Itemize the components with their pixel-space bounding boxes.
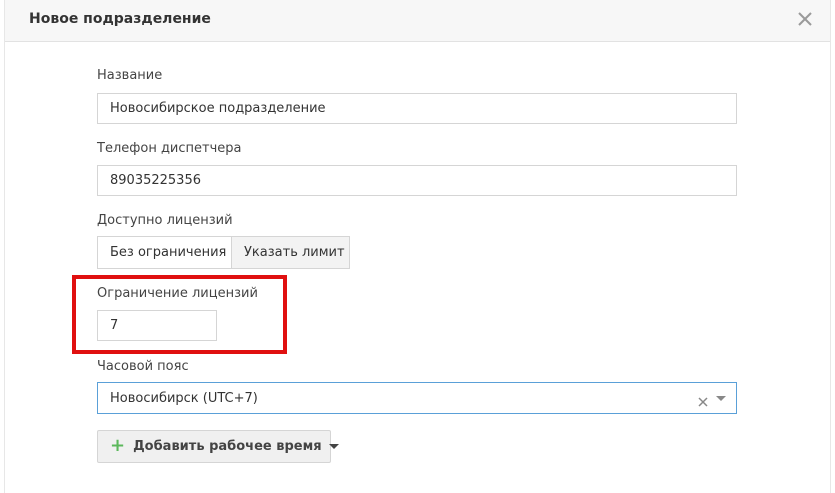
add-work-time-button[interactable]: + Добавить рабочее время [97, 430, 339, 463]
set-limit-option-button[interactable]: Указать лимит [232, 236, 350, 269]
modal-title: Новое подразделение [29, 11, 211, 27]
timezone-select[interactable]: Новосибирск (UTC+7) [97, 382, 737, 414]
name-label: Название [97, 68, 163, 83]
dropdown-arrow-icon[interactable] [716, 396, 726, 401]
name-input[interactable] [97, 93, 737, 124]
modal-header: Новое подразделение [5, 0, 830, 42]
license-limit-label: Ограничение лицензий [97, 286, 258, 301]
unlimited-option-button[interactable]: Без ограничения [97, 236, 232, 269]
add-work-time-label: Добавить рабочее время [133, 439, 322, 454]
phone-label: Телефон диспетчера [97, 141, 242, 156]
licenses-label: Доступно лицензий [97, 213, 233, 228]
clear-icon[interactable] [698, 392, 708, 407]
caret-down-icon [328, 444, 339, 449]
timezone-value: Новосибирск (UTC+7) [110, 391, 258, 406]
licenses-toggle: Без ограничения Указать лимит [97, 236, 350, 269]
phone-input[interactable] [97, 165, 737, 196]
license-limit-input[interactable] [97, 310, 217, 341]
close-icon[interactable] [796, 10, 814, 28]
timezone-label: Часовой пояс [97, 359, 189, 374]
plus-icon: + [110, 434, 126, 456]
